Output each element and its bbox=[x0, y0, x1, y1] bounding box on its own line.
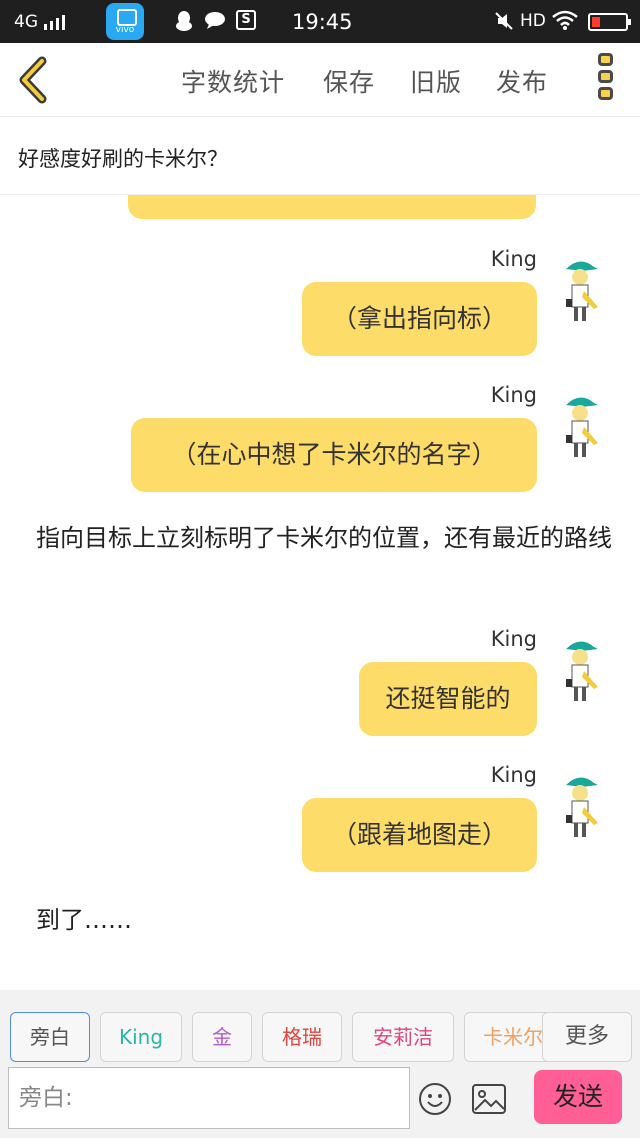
role-label: 旁白 bbox=[30, 1025, 70, 1049]
speaker-name: King bbox=[490, 763, 537, 787]
message-icon bbox=[205, 12, 225, 29]
word-count-button[interactable]: 字数统计 bbox=[181, 63, 285, 99]
role-chip-gerui[interactable]: 格瑞 bbox=[262, 1012, 342, 1062]
emoji-icon[interactable] bbox=[418, 1082, 452, 1116]
wifi-icon bbox=[552, 10, 578, 30]
message-bubble[interactable]: 还挺智能的 bbox=[359, 662, 537, 736]
message-bubble[interactable]: （拿出指向标） bbox=[302, 282, 537, 356]
speaker-name: King bbox=[490, 383, 537, 407]
more-menu-icon[interactable] bbox=[594, 53, 616, 107]
old-version-button[interactable]: 旧版 bbox=[410, 63, 462, 99]
role-label: King bbox=[118, 1025, 164, 1049]
send-button[interactable]: 发送 bbox=[534, 1070, 622, 1124]
sim-icon: S bbox=[236, 10, 256, 30]
role-label: 金 bbox=[212, 1025, 232, 1049]
message-bubble[interactable]: （在心中想了卡米尔的名字） bbox=[131, 418, 537, 492]
message-bubble[interactable]: （跟着地图走） bbox=[302, 798, 537, 872]
message-input[interactable] bbox=[8, 1067, 410, 1129]
publish-button[interactable]: 发布 bbox=[496, 63, 548, 99]
chat-area[interactable]: King （拿出指向标） King （在心中想了卡米尔的名字） 指向目标上立刻标… bbox=[0, 195, 640, 990]
editor-toolbar: 字数统计 保存 旧版 发布 bbox=[0, 43, 640, 117]
character-avatar[interactable] bbox=[558, 767, 602, 839]
status-bar: 4G vivo S 19:45 HD bbox=[0, 0, 640, 43]
character-avatar[interactable] bbox=[558, 251, 602, 323]
story-title-bar[interactable]: 好感度好刷的卡米尔？ bbox=[0, 117, 640, 195]
qq-icon bbox=[176, 11, 192, 31]
signal-icon bbox=[44, 14, 65, 30]
message-bubble-partial[interactable] bbox=[128, 195, 536, 219]
vivo-app-icon: vivo bbox=[106, 3, 144, 40]
hd-indicator: HD bbox=[520, 11, 546, 31]
speaker-name: King bbox=[490, 247, 537, 271]
character-avatar[interactable] bbox=[558, 631, 602, 703]
role-label: 安莉洁 bbox=[373, 1025, 433, 1049]
clock: 19:45 bbox=[292, 10, 353, 34]
narration-text[interactable]: 到了…… bbox=[36, 903, 132, 937]
role-label: 卡米尔 bbox=[483, 1025, 543, 1049]
role-chip-narrator[interactable]: 旁白 bbox=[10, 1012, 90, 1062]
role-chip-king[interactable]: King bbox=[100, 1012, 182, 1062]
role-label: 格瑞 bbox=[282, 1025, 322, 1049]
input-bar: 发送 bbox=[0, 1062, 640, 1138]
role-chip-jin[interactable]: 金 bbox=[192, 1012, 252, 1062]
role-selector-bar: 旁白 King 金 格瑞 安莉洁 卡米尔 更多 bbox=[0, 990, 640, 1062]
more-roles-button[interactable]: 更多 bbox=[542, 1012, 632, 1062]
story-title: 好感度好刷的卡米尔？ bbox=[18, 147, 228, 171]
speaker-name: King bbox=[490, 627, 537, 651]
battery-icon bbox=[588, 13, 631, 31]
save-button[interactable]: 保存 bbox=[323, 63, 375, 99]
image-icon[interactable] bbox=[472, 1084, 506, 1114]
network-type: 4G bbox=[14, 12, 38, 32]
role-chip-anlijie[interactable]: 安莉洁 bbox=[352, 1012, 454, 1062]
narration-text[interactable]: 指向目标上立刻标明了卡米尔的位置，还有最近的路线 bbox=[36, 521, 616, 555]
character-avatar[interactable] bbox=[558, 387, 602, 459]
mute-icon bbox=[495, 12, 513, 30]
back-chevron-icon[interactable] bbox=[14, 55, 54, 105]
